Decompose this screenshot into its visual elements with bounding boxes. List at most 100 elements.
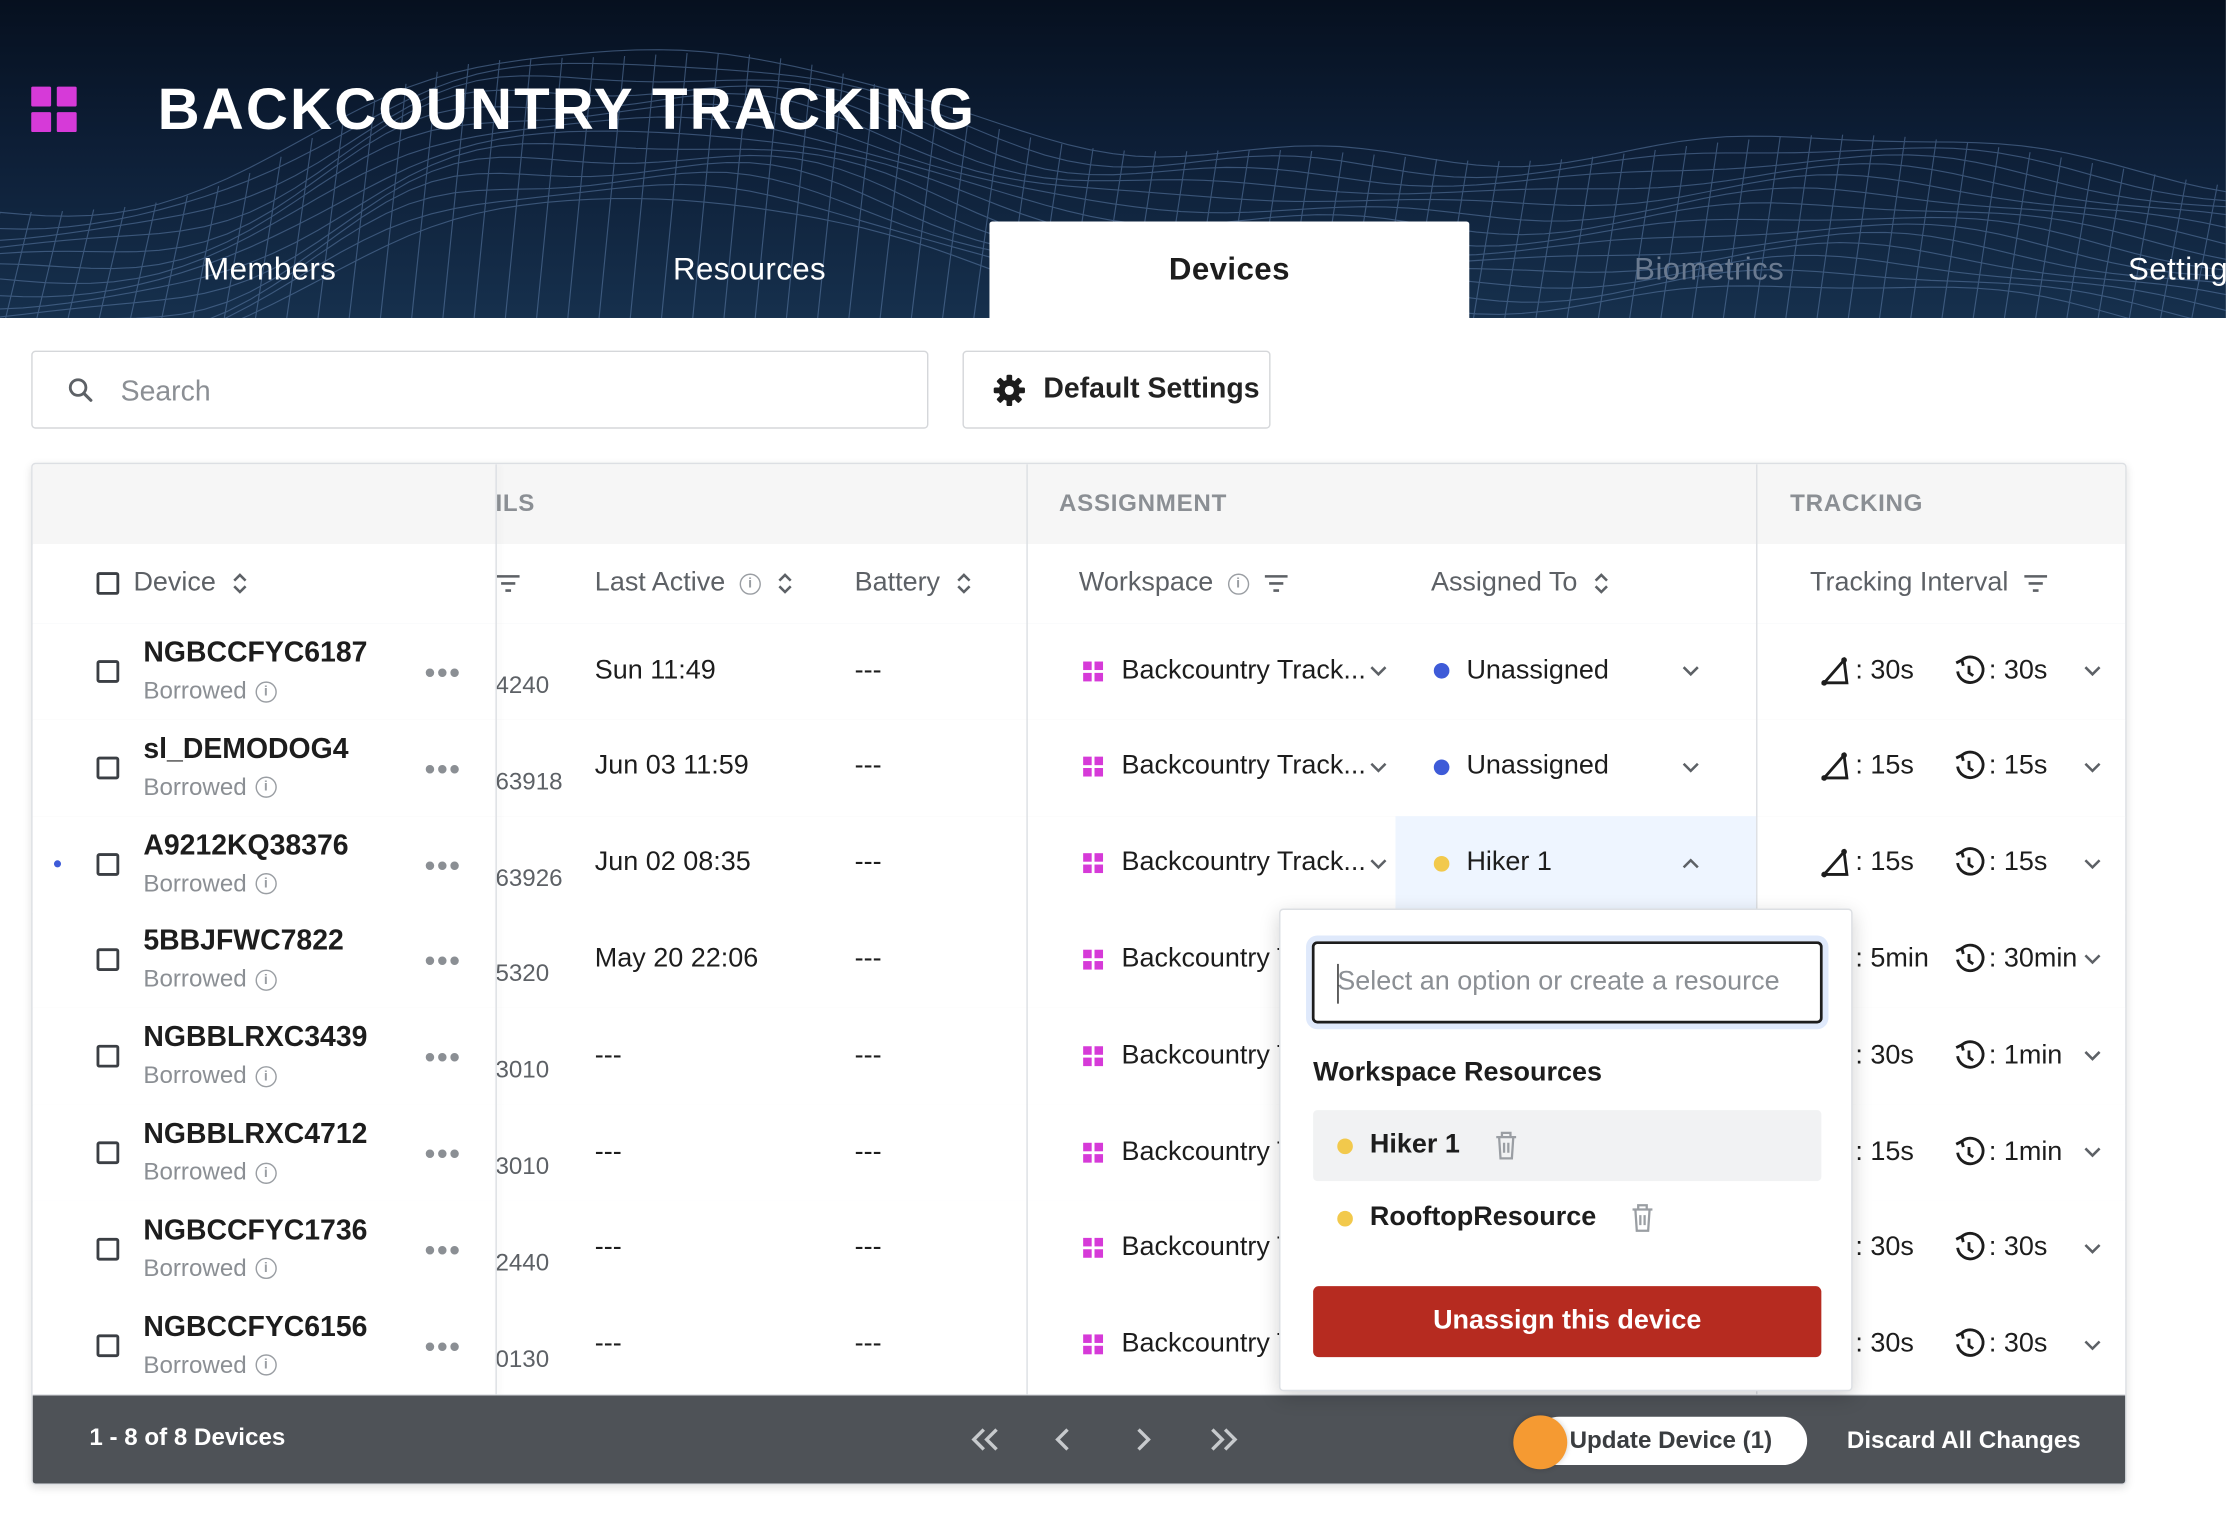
- sort-icon[interactable]: [775, 571, 795, 597]
- header-assigned-to[interactable]: Assigned To: [1431, 544, 1612, 623]
- sort-icon[interactable]: [1592, 571, 1612, 597]
- tab-devices[interactable]: Devices: [989, 221, 1470, 318]
- heartbeat-interval[interactable]: : 15s: [1952, 719, 2047, 814]
- heartbeat-interval[interactable]: : 1min: [1952, 1008, 2062, 1103]
- info-icon[interactable]: i: [255, 776, 277, 799]
- assigned-to-select[interactable]: Hiker 1: [1433, 816, 1552, 911]
- header-details-filter[interactable]: [495, 544, 521, 623]
- tab-members[interactable]: Members: [30, 221, 510, 318]
- prev-page-icon[interactable]: [1049, 1418, 1077, 1461]
- sort-icon[interactable]: [230, 571, 250, 597]
- info-icon[interactable]: i: [255, 1258, 277, 1280]
- row-actions-icon[interactable]: •••: [424, 1232, 461, 1269]
- row-actions-icon[interactable]: •••: [424, 1136, 461, 1173]
- row-checkbox[interactable]: [96, 1333, 120, 1357]
- chevron-down-icon[interactable]: [2081, 949, 2104, 972]
- location-interval[interactable]: : 15s: [1819, 719, 1914, 814]
- info-icon[interactable]: i: [255, 969, 277, 991]
- resource-search-input[interactable]: [1337, 961, 1792, 1004]
- info-icon[interactable]: i: [1227, 572, 1249, 595]
- chevron-down-icon[interactable]: [2081, 660, 2104, 683]
- info-icon[interactable]: i: [255, 873, 277, 895]
- chevron-down-icon[interactable]: [1679, 660, 1702, 683]
- row-checkbox[interactable]: [96, 660, 120, 683]
- header-workspace[interactable]: Workspace i: [1079, 544, 1289, 623]
- workspace-select[interactable]: Backcountry T: [1083, 1104, 1293, 1199]
- discard-changes-button[interactable]: Discard All Changes: [1847, 1427, 2081, 1455]
- row-checkbox[interactable]: [96, 1045, 120, 1068]
- assigned-to-select[interactable]: Unassigned: [1433, 719, 1609, 814]
- location-interval[interactable]: : 15s: [1819, 816, 1914, 911]
- chevron-down-icon[interactable]: [2081, 1238, 2104, 1261]
- trash-icon[interactable]: [1494, 1130, 1520, 1161]
- table-row[interactable]: sl_DEMODOG4 Borrowed i ••• 63918 Jun 03 11:59…: [32, 719, 2126, 818]
- header-battery[interactable]: Battery: [855, 544, 975, 623]
- heartbeat-interval[interactable]: : 30s: [1952, 623, 2047, 718]
- row-checkbox[interactable]: [96, 1141, 120, 1165]
- info-icon[interactable]: i: [255, 680, 277, 702]
- location-interval[interactable]: : 30s: [1819, 623, 1914, 718]
- workspace-select[interactable]: Backcountry Track...: [1083, 719, 1366, 814]
- info-icon[interactable]: i: [255, 1161, 277, 1184]
- header-tracking-interval[interactable]: Tracking Interval: [1810, 544, 2048, 623]
- heartbeat-interval[interactable]: : 1min: [1952, 1104, 2062, 1199]
- unassign-device-button[interactable]: Unassign this device: [1313, 1286, 1822, 1358]
- heartbeat-interval[interactable]: : 30s: [1952, 1201, 2047, 1296]
- select-all-checkbox[interactable]: [96, 572, 120, 595]
- row-actions-icon[interactable]: •••: [424, 1328, 461, 1365]
- last-page-icon[interactable]: [1205, 1418, 1242, 1461]
- chevron-down-icon[interactable]: [2081, 1141, 2104, 1164]
- row-checkbox[interactable]: [96, 852, 120, 876]
- row-checkbox[interactable]: [96, 1237, 120, 1261]
- chevron-down-icon[interactable]: [1367, 853, 1390, 876]
- chevron-down-icon[interactable]: [2081, 1045, 2104, 1068]
- resource-option[interactable]: Hiker 1: [1313, 1110, 1822, 1182]
- default-settings-button[interactable]: Default Settings: [962, 350, 1271, 429]
- chevron-down-icon[interactable]: [1679, 756, 1702, 779]
- tab-resources[interactable]: Resources: [510, 221, 990, 318]
- row-checkbox[interactable]: [96, 948, 120, 972]
- workspace-select[interactable]: Backcountry Track...: [1083, 623, 1366, 718]
- first-page-icon[interactable]: [967, 1418, 1004, 1461]
- row-actions-icon[interactable]: •••: [424, 654, 461, 691]
- row-actions-icon[interactable]: •••: [424, 1039, 461, 1076]
- workspace-select[interactable]: Backcountry T: [1083, 1201, 1293, 1296]
- heartbeat-interval[interactable]: : 15s: [1952, 816, 2047, 911]
- resource-option[interactable]: RooftopResource: [1313, 1183, 1821, 1254]
- chevron-down-icon[interactable]: [2081, 853, 2104, 876]
- info-icon[interactable]: i: [255, 1065, 277, 1087]
- heartbeat-interval[interactable]: : 30s: [1952, 1297, 2047, 1392]
- chevron-down-icon[interactable]: [1367, 660, 1390, 683]
- row-actions-icon[interactable]: •••: [424, 943, 461, 980]
- header-last-active[interactable]: Last Active i: [595, 544, 795, 623]
- row-checkbox[interactable]: [96, 756, 120, 780]
- filter-icon[interactable]: [495, 574, 521, 594]
- tab-settings[interactable]: Setting: [1949, 221, 2226, 318]
- next-page-icon[interactable]: [1129, 1418, 1157, 1461]
- header-device[interactable]: Device: [96, 544, 250, 623]
- workspace-select[interactable]: Backcountry Track...: [1083, 816, 1366, 911]
- grid-logo-icon[interactable]: [31, 86, 77, 133]
- chevron-down-icon[interactable]: [2081, 756, 2104, 779]
- filter-icon[interactable]: [1263, 574, 1289, 594]
- workspace-select[interactable]: Backcountry T: [1083, 1297, 1293, 1392]
- resource-search-box[interactable]: [1306, 935, 1829, 1030]
- info-icon[interactable]: i: [255, 1354, 277, 1376]
- table-row[interactable]: A9212KQ38376 Borrowed i ••• 63926 Jun 02 08:3…: [32, 815, 2126, 914]
- trash-icon[interactable]: [1630, 1202, 1656, 1233]
- info-icon[interactable]: i: [739, 572, 761, 595]
- search-box[interactable]: [31, 350, 929, 429]
- chevron-down-icon[interactable]: [1367, 756, 1390, 779]
- assigned-to-select[interactable]: Unassigned: [1433, 623, 1609, 718]
- table-row[interactable]: NGBCCFYC6187 Borrowed i ••• 4240 Sun 11:49 ---…: [32, 623, 2126, 722]
- chevron-down-icon[interactable]: [2081, 1334, 2104, 1357]
- update-device-button[interactable]: Update Device (1): [1534, 1416, 1808, 1466]
- row-actions-icon[interactable]: •••: [424, 751, 461, 788]
- filter-icon[interactable]: [2023, 574, 2049, 594]
- chevron-up-icon[interactable]: [1679, 853, 1702, 876]
- row-actions-icon[interactable]: •••: [424, 847, 461, 884]
- sort-icon[interactable]: [954, 571, 974, 597]
- workspace-select[interactable]: Backcountry T: [1083, 912, 1293, 1007]
- search-input[interactable]: [117, 366, 891, 418]
- heartbeat-interval[interactable]: : 30min: [1952, 912, 2077, 1007]
